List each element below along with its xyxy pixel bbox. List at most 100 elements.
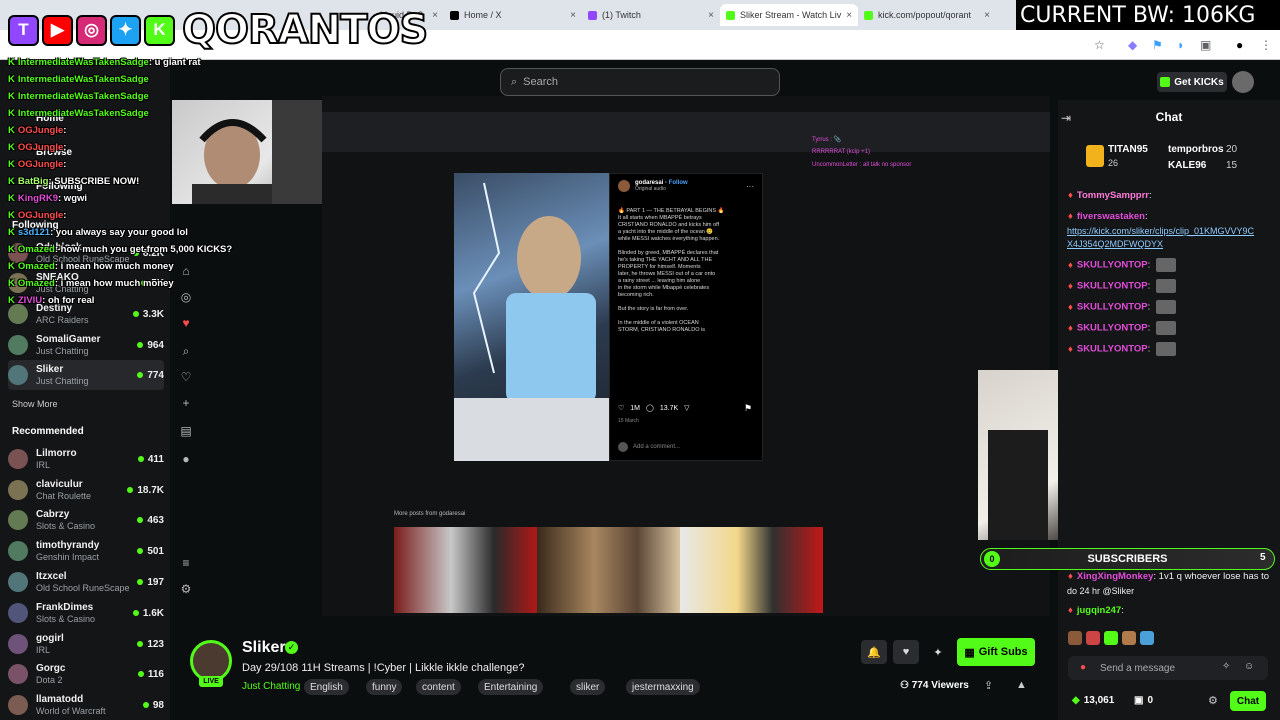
sidebar-channel-item[interactable]: claviculur Chat Roulette 18.7K xyxy=(8,475,164,505)
badge-icon[interactable]: ● xyxy=(1080,662,1086,673)
chat-username[interactable]: SKULLYONTOP xyxy=(1077,344,1148,355)
close-tab-icon[interactable]: × xyxy=(432,10,438,21)
extension-icon[interactable]: ⚑ xyxy=(1152,38,1163,52)
browser-tab[interactable]: (1) Twitch × xyxy=(582,4,720,26)
bookmark-icon[interactable]: ⚑ xyxy=(744,403,752,414)
streamer-name[interactable]: Sliker xyxy=(242,639,286,657)
show-more-button[interactable]: Show More xyxy=(12,399,58,409)
sidebar-channel-item[interactable]: FrankDimes Slots & Casino 1.6K xyxy=(8,598,164,628)
close-tab-icon[interactable]: × xyxy=(984,10,990,21)
stream-tag[interactable]: sliker xyxy=(570,679,606,695)
sidebar-channel-item[interactable]: Itzxcel Old School RuneScape 197 xyxy=(8,567,164,597)
post-thumbnail[interactable] xyxy=(394,527,537,613)
channel-avatar xyxy=(8,603,28,623)
chat-username[interactable]: SKULLYONTOP xyxy=(1077,281,1148,292)
chat-badge-icon: ♦ xyxy=(1068,280,1073,292)
chat-username[interactable]: SKULLYONTOP xyxy=(1077,323,1148,334)
home-icon[interactable]: ⌂ xyxy=(176,264,196,278)
sidebar-channel-item[interactable]: Cabrzy Slots & Casino 463 xyxy=(8,505,164,535)
report-icon[interactable]: ▲ xyxy=(1016,679,1027,691)
sidebar-channel-item[interactable]: Lilmorro IRL 411 xyxy=(8,444,164,474)
comment-icon[interactable]: ◯ xyxy=(646,404,654,412)
chat-username[interactable]: SKULLYONTOP xyxy=(1077,302,1148,313)
sidebar-channel-item[interactable]: SomaliGamer Just Chatting 964 xyxy=(8,330,164,360)
chat-message-text: : xyxy=(1121,605,1124,616)
share-icon[interactable]: ▽ xyxy=(684,404,689,412)
like-heart-icon[interactable]: ♡ xyxy=(618,404,624,412)
sidebar-channel-item[interactable]: llamatodd World of Warcraft 98 xyxy=(8,690,164,720)
share-icon[interactable]: ⇪ xyxy=(984,679,993,692)
user-avatar[interactable] xyxy=(1232,71,1254,93)
profile-icon[interactable]: ● xyxy=(176,452,196,466)
browser-tab-active[interactable]: Sliker Stream - Watch Liv × xyxy=(720,4,858,26)
channel-name: llamatodd xyxy=(36,693,84,705)
sidebar-channel-item[interactable]: Gorgc Dota 2 116 xyxy=(8,659,164,689)
kicks-icon xyxy=(1160,77,1171,87)
send-message-input[interactable]: Send a message xyxy=(1068,656,1268,680)
live-dot-icon xyxy=(137,372,144,378)
settings-icon[interactable]: ⚙ xyxy=(176,582,196,596)
sidebar-channel-item[interactable]: Sliker Just Chatting 774 xyxy=(8,360,164,390)
chat-message: ♦ SKULLYONTOP: xyxy=(1068,342,1177,356)
chat-send-button[interactable]: Chat xyxy=(1230,691,1266,711)
channel-viewer-count: 964 xyxy=(137,340,164,351)
chat-username[interactable]: XingXingMonkey xyxy=(1077,571,1154,582)
bookmark-star-icon[interactable]: ☆ xyxy=(1094,38,1105,52)
browser-tab[interactable]: kick.com/popout/qorant × xyxy=(858,4,996,26)
chat-emote-icon xyxy=(1156,300,1177,314)
get-kicks-button[interactable]: Get KICKs xyxy=(1157,72,1227,92)
extension-icon[interactable]: ◆ xyxy=(1128,38,1137,52)
close-tab-icon[interactable]: × xyxy=(846,10,852,21)
post-thumbnail[interactable] xyxy=(680,527,823,613)
chat-badge-icon: ♦ xyxy=(1068,571,1073,582)
stream-tag[interactable]: funny xyxy=(366,679,403,695)
channel-avatar xyxy=(8,634,28,654)
library-icon[interactable]: ▤ xyxy=(176,424,196,438)
stream-tag[interactable]: Entertaining xyxy=(478,679,544,695)
follow-heart-icon[interactable]: ♥ xyxy=(893,640,919,664)
notification-bell-icon[interactable]: 🔔 xyxy=(861,640,887,664)
browser-tab[interactable]: Home / X × xyxy=(444,4,582,26)
kicks-balance: ◆ 13,061 xyxy=(1072,695,1115,706)
leaderboard-name: temporbros xyxy=(1168,144,1224,155)
browser-menu-icon[interactable]: ⋮ xyxy=(1260,38,1272,52)
chat-link[interactable]: X4J354Q2MDFWQDYX xyxy=(1067,239,1163,249)
stream-tag[interactable]: content xyxy=(416,679,461,695)
chat-username[interactable]: jugqin247 xyxy=(1077,605,1121,616)
post-follow-button[interactable]: Follow xyxy=(669,180,688,186)
search-input[interactable]: ⌕ Search xyxy=(500,68,780,96)
sidebar-channel-item[interactable]: gogirl IRL 123 xyxy=(8,629,164,659)
chat-message-text: : xyxy=(1147,343,1151,355)
stream-browser-chrome xyxy=(322,112,1050,152)
sidebar-channel-item[interactable]: timothyrandy Genshin Impact 501 xyxy=(8,536,164,566)
chat-username[interactable]: fiverswastaken xyxy=(1077,211,1145,222)
chat-settings-icon[interactable]: ⚙ xyxy=(1208,694,1218,707)
gift-subs-button[interactable]: ▦ Gift Subs xyxy=(957,638,1035,666)
emote-picker-icon[interactable]: ✧ xyxy=(1222,661,1230,672)
extension-icon[interactable]: ◑ xyxy=(1176,38,1183,52)
stream-tag[interactable]: English xyxy=(304,679,349,695)
more-options-icon[interactable]: ··· xyxy=(746,182,754,191)
sparkle-icon[interactable]: ✦ xyxy=(925,640,951,664)
post-thumbnail[interactable] xyxy=(537,527,680,613)
heart-icon[interactable]: ♡ xyxy=(176,370,196,384)
chat-username[interactable]: SKULLYONTOP xyxy=(1077,260,1148,271)
menu-icon[interactable]: ≡ xyxy=(176,556,196,570)
browse-icon[interactable]: ◎ xyxy=(176,290,196,304)
chat-link[interactable]: https://kick.com/sliker/clips/clip_01KMG… xyxy=(1067,226,1254,236)
extensions-puzzle-icon[interactable]: ▣ xyxy=(1200,38,1211,52)
chat-username[interactable]: TommySampprr xyxy=(1077,190,1149,201)
close-tab-icon[interactable]: × xyxy=(708,10,714,21)
channel-viewer-count: 3.3K xyxy=(132,309,164,320)
channel-viewer-count: 18.7K xyxy=(127,485,164,496)
close-tab-icon[interactable]: × xyxy=(570,10,576,21)
viewers-icon: ⚇ xyxy=(900,680,909,691)
stream-tag[interactable]: jestermaxxing xyxy=(626,679,700,695)
stream-category[interactable]: Just Chatting xyxy=(242,681,300,692)
emoji-icon[interactable]: ☺ xyxy=(1244,661,1254,672)
add-comment-input[interactable]: Add a comment... xyxy=(633,444,680,450)
profile-avatar-icon[interactable]: ● xyxy=(1236,38,1243,52)
notification-icon[interactable]: ♥ xyxy=(176,316,196,330)
plus-icon[interactable]: + xyxy=(176,396,196,410)
search-icon[interactable]: ⌕ xyxy=(176,344,196,359)
